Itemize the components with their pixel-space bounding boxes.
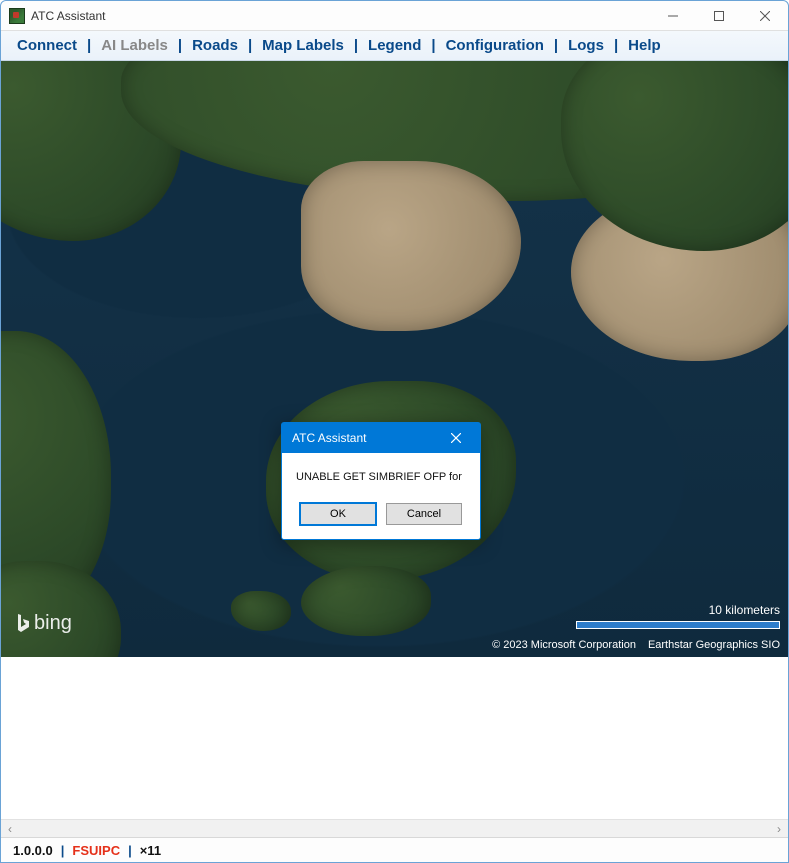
map-scale-bar: [576, 621, 780, 629]
maximize-button[interactable]: [696, 1, 742, 31]
status-extra: ×11: [140, 843, 161, 858]
menu-separator: |: [81, 37, 97, 54]
map-provider-logo: bing: [15, 612, 72, 635]
menu-separator: |: [348, 37, 364, 54]
dialog-close-button[interactable]: [442, 430, 470, 446]
window-controls: [650, 1, 788, 31]
message-dialog: ATC Assistant UNABLE GET SIMBRIEF OFP fo…: [281, 422, 481, 540]
scroll-track[interactable]: [19, 820, 770, 838]
menu-separator: |: [608, 37, 624, 54]
menu-ai-labels[interactable]: AI Labels: [97, 37, 172, 54]
empty-panel: [1, 657, 788, 819]
menu-connect[interactable]: Connect: [13, 37, 81, 54]
status-separator: |: [120, 843, 140, 858]
statusbar: 1.0.0.0 | FSUIPC | ×11: [1, 837, 788, 862]
map-scale: 10 kilometers: [576, 603, 780, 629]
ok-button[interactable]: OK: [300, 503, 376, 525]
cancel-button[interactable]: Cancel: [386, 503, 462, 525]
dialog-button-row: OK Cancel: [282, 495, 480, 539]
scroll-right-arrow[interactable]: ›: [770, 820, 788, 838]
minimize-button[interactable]: [650, 1, 696, 31]
window-title: ATC Assistant: [31, 9, 650, 23]
dialog-message: UNABLE GET SIMBRIEF OFP for: [282, 453, 480, 495]
menu-legend[interactable]: Legend: [364, 37, 425, 54]
map-scale-label: 10 kilometers: [576, 603, 780, 617]
dialog-title: ATC Assistant: [292, 431, 442, 445]
menu-separator: |: [242, 37, 258, 54]
map-provider-text: bing: [34, 612, 72, 635]
menu-configuration[interactable]: Configuration: [442, 37, 548, 54]
status-separator: |: [53, 843, 73, 858]
menu-separator: |: [172, 37, 188, 54]
close-button[interactable]: [742, 1, 788, 31]
status-version: 1.0.0.0: [13, 843, 53, 858]
menu-roads[interactable]: Roads: [188, 37, 242, 54]
menu-map-labels[interactable]: Map Labels: [258, 37, 348, 54]
bing-icon: [15, 614, 31, 634]
titlebar: ATC Assistant: [1, 1, 788, 31]
attribution-copyright: © 2023 Microsoft Corporation: [492, 639, 636, 651]
menu-separator: |: [548, 37, 564, 54]
attribution-sources: Earthstar Geographics SIO: [648, 639, 780, 651]
map-viewport[interactable]: bing 10 kilometers © 2023 Microsoft Corp…: [1, 61, 788, 657]
app-window: ATC Assistant Connect | AI Labels | Road…: [0, 0, 789, 863]
map-attribution: © 2023 Microsoft Corporation Earthstar G…: [492, 639, 780, 651]
menu-help[interactable]: Help: [624, 37, 665, 54]
horizontal-scrollbar[interactable]: ‹ ›: [1, 819, 788, 837]
satellite-imagery: [1, 61, 788, 657]
dialog-titlebar[interactable]: ATC Assistant: [282, 423, 480, 453]
menubar: Connect | AI Labels | Roads | Map Labels…: [1, 31, 788, 61]
menu-separator: |: [425, 37, 441, 54]
status-connection: FSUIPC: [72, 843, 120, 858]
app-icon: [9, 8, 25, 24]
scroll-left-arrow[interactable]: ‹: [1, 820, 19, 838]
menu-logs[interactable]: Logs: [564, 37, 608, 54]
